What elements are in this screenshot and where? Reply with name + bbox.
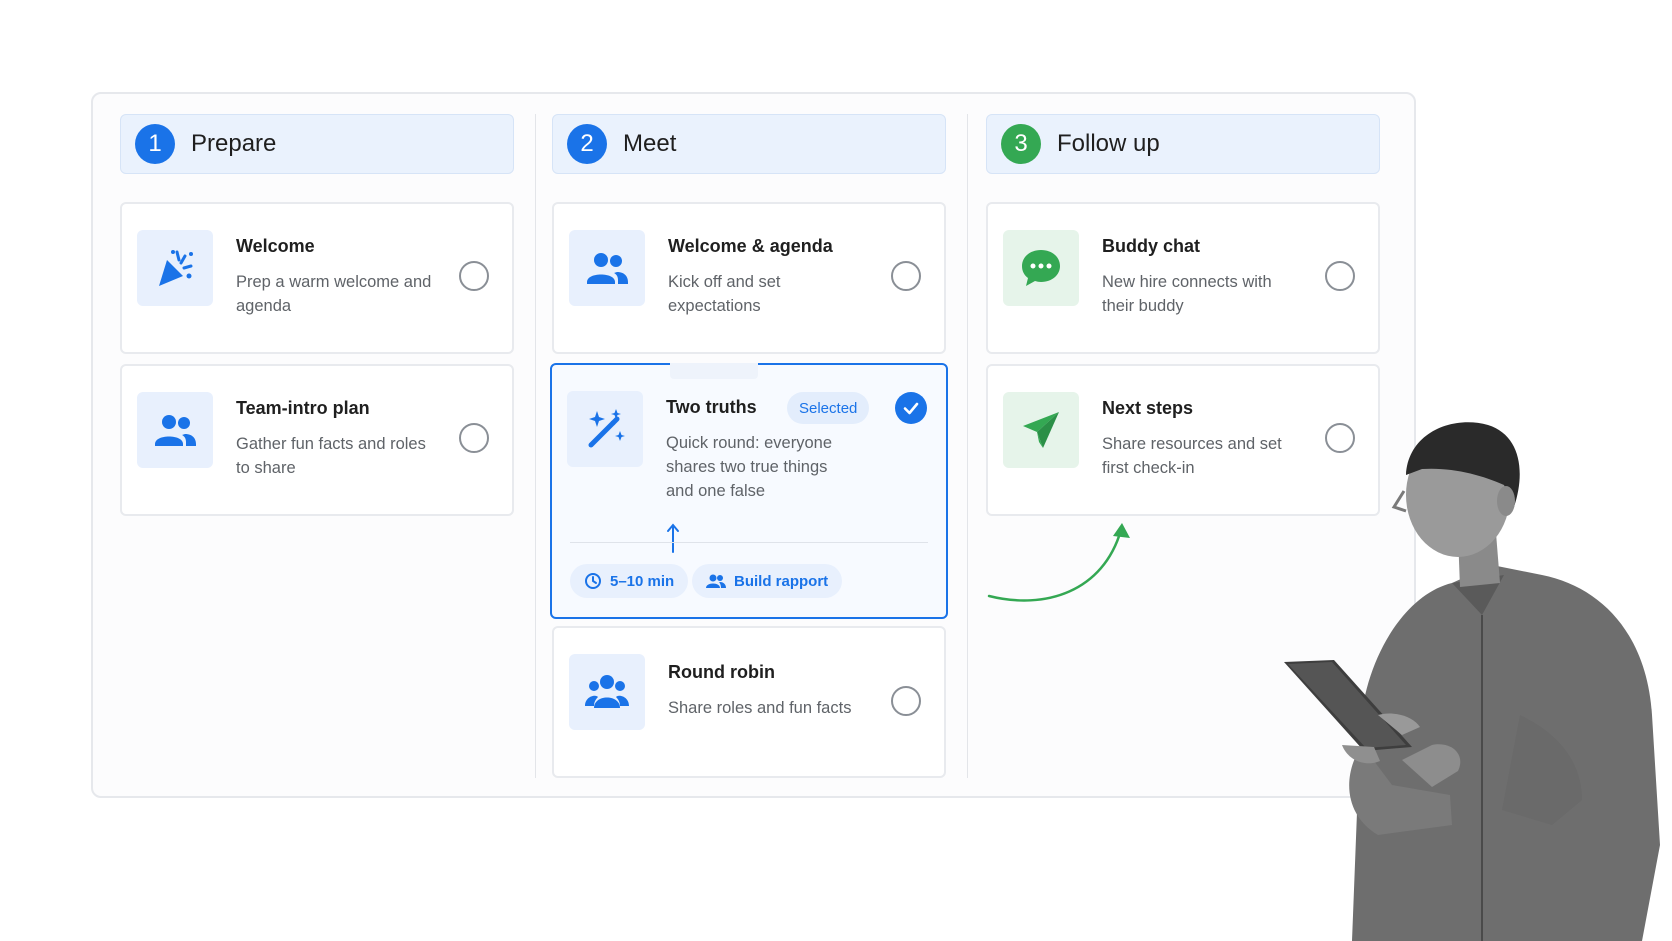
party-popper-icon — [137, 230, 213, 306]
activity-card-welcome[interactable]: Welcome Prep a warm welcome and agenda — [120, 202, 514, 354]
selected-badge: Selected — [787, 392, 870, 424]
chip-label: Build rapport — [734, 572, 829, 590]
select-radio[interactable] — [891, 686, 921, 716]
select-radio[interactable] — [459, 261, 489, 291]
card-title: Two truths — [666, 397, 757, 417]
card-description: Share roles and fun facts — [668, 699, 852, 717]
column-divider — [535, 114, 536, 778]
chat-bubble-icon — [1003, 230, 1079, 306]
card-description: Gather fun facts and roles to share — [236, 435, 426, 477]
chip-label: 5–10 min — [610, 572, 675, 590]
activity-card-two-truths[interactable]: Two truths Selected Quick round: everyon… — [550, 363, 948, 619]
card-tab-highlight — [670, 363, 758, 379]
column-title: Follow up — [1057, 130, 1160, 157]
person-holding-tablet-illustration — [1284, 422, 1660, 941]
column-title: Prepare — [191, 130, 277, 157]
selected-check-icon[interactable] — [895, 392, 927, 424]
step-number-badge: 1 — [135, 124, 175, 164]
activity-card-round-robin[interactable]: Round robin Share roles and fun facts — [552, 626, 946, 778]
card-description: Share resources and set first check-in — [1102, 435, 1282, 477]
card-divider — [570, 542, 928, 543]
card-description: New hire connects with their buddy — [1102, 273, 1272, 315]
activity-card-team-intro-plan[interactable]: Team-intro plan Gather fun facts and rol… — [120, 364, 514, 516]
card-description: Quick round: everyone shares two true th… — [666, 434, 833, 500]
people-icon — [137, 392, 213, 468]
card-title: Team-intro plan — [236, 398, 370, 418]
card-title: Welcome & agenda — [668, 236, 833, 256]
card-title: Round robin — [668, 662, 775, 682]
column-divider — [967, 114, 968, 778]
card-description: Kick off and set expectations — [668, 273, 781, 315]
column-title: Meet — [623, 130, 677, 157]
select-radio[interactable] — [459, 423, 489, 453]
paper-plane-icon — [1003, 392, 1079, 468]
card-description: Prep a warm welcome and agenda — [236, 273, 432, 315]
column-header-meet: 2 Meet — [552, 114, 946, 174]
column-header-follow-up: 3 Follow up — [986, 114, 1380, 174]
people-icon — [569, 230, 645, 306]
select-radio[interactable] — [891, 261, 921, 291]
column-header-prepare: 1 Prepare — [120, 114, 514, 174]
activity-card-buddy-chat[interactable]: Buddy chat New hire connects with their … — [986, 202, 1380, 354]
step-number-badge: 2 — [567, 124, 607, 164]
step-number-badge: 3 — [1001, 124, 1041, 164]
group-icon — [569, 654, 645, 730]
people-icon — [706, 574, 726, 588]
clock-icon — [585, 573, 601, 589]
select-radio[interactable] — [1325, 261, 1355, 291]
activity-card-welcome-agenda[interactable]: Welcome & agenda Kick off and set expect… — [552, 202, 946, 354]
curved-arrow-icon — [987, 523, 1130, 602]
magic-wand-icon — [567, 391, 643, 467]
up-arrow-icon — [667, 523, 679, 553]
duration-chip: 5–10 min — [570, 564, 689, 598]
card-title: Welcome — [236, 236, 315, 256]
card-title: Next steps — [1102, 398, 1194, 418]
card-title: Buddy chat — [1102, 236, 1201, 256]
goal-chip: Build rapport — [692, 564, 843, 598]
